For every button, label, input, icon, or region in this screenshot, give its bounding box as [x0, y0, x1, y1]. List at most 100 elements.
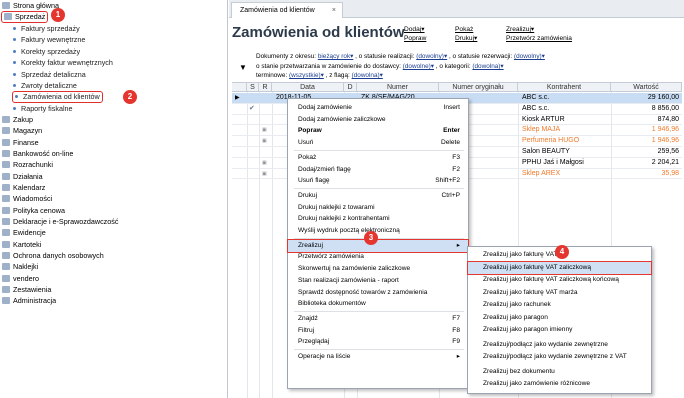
sidebar-item-12[interactable]: Finanse	[2, 138, 39, 148]
sidebar-item-label: Zwroty detaliczne	[21, 81, 77, 90]
filter-flag[interactable]: (dowolna)▾	[352, 72, 383, 79]
top-menu-item[interactable]: Zrealizuj▾	[506, 25, 572, 34]
sidebar-item-label: Strona główna	[13, 1, 59, 10]
sidebar-item-2[interactable]: Faktury sprzedaży	[13, 24, 80, 34]
sidebar-item-19[interactable]: Deklaracje i e-Sprawozdawczość	[2, 217, 118, 227]
top-menu-item[interactable]: Drukuj▾	[455, 34, 477, 43]
submenu-item-label: Zrealizuj/podłącz jako wydanie zewnętrzn…	[483, 353, 627, 360]
sidebar-item-6[interactable]: Sprzedaż detaliczna	[13, 70, 86, 80]
lock-icon: ▣	[262, 127, 267, 134]
submenu-item[interactable]: Zrealizuj jako zamówienie różnicowe	[468, 378, 651, 390]
filter-period[interactable]: bieżący rok▾	[318, 53, 354, 60]
menu-item[interactable]: Wyślij wydruk pocztą elektroniczną	[288, 225, 468, 237]
col-r[interactable]: R	[259, 83, 272, 92]
col-d[interactable]: D	[344, 83, 357, 92]
menu-item[interactable]: Dodaj/zmień flagę F2	[288, 164, 468, 176]
menu-item[interactable]: Popraw Enter	[288, 125, 468, 137]
sidebar-item-13[interactable]: Bankowość on-line	[2, 149, 73, 159]
menu-item-label: Dodaj/zmień flagę	[298, 165, 351, 173]
collapse-arrow-icon[interactable]: ▼	[239, 63, 247, 72]
menu-item[interactable]: Dodaj zamówienie Insert	[288, 102, 468, 114]
filter-realization[interactable]: (dowolny)▾	[416, 53, 447, 60]
sidebar-item-4[interactable]: Korekty sprzedaży	[13, 47, 80, 57]
filter-line-1: Dokumenty z okresu: bieżący rok▾ , o sta…	[256, 53, 545, 60]
menu-item[interactable]: Stan realizacji zamówienia - raport	[288, 275, 468, 287]
sidebar-item-14[interactable]: Rozrachunki	[2, 160, 53, 170]
sidebar-item-9[interactable]: Raporty fiskalne	[13, 104, 73, 114]
declaration-icon	[2, 218, 10, 225]
col-data[interactable]: Data	[272, 83, 344, 92]
menu-item[interactable]: Sprawdź dostępność towarów z zamówienia	[288, 287, 468, 299]
sidebar-item-22[interactable]: Ochrona danych osobowych	[2, 251, 104, 261]
cart-icon	[4, 13, 12, 20]
sidebar-item-8[interactable]: Zamówienia od klientów	[12, 91, 103, 103]
top-menu-item[interactable]: Dodaj▾	[404, 25, 426, 34]
filter-category[interactable]: (dowolna)▾	[472, 63, 503, 70]
menu-item[interactable]: Zrealizuj ▸	[287, 238, 469, 253]
col-s[interactable]: S	[247, 83, 259, 92]
submenu-item[interactable]: Zrealizuj jako fakturę VAT zaliczkową ko…	[468, 274, 651, 286]
sidebar-item-23[interactable]: Naklejki	[2, 262, 38, 272]
cell-contractor: Sklep AREX	[522, 169, 561, 177]
sidebar-item-3[interactable]: Faktury wewnętrzne	[13, 35, 85, 45]
sidebar-item-11[interactable]: Magazyn	[2, 126, 42, 136]
col-numer-oryginalu[interactable]: Numer oryginału	[439, 83, 518, 92]
submenu-item[interactable]: Zrealizuj jako paragon imienny	[468, 324, 651, 336]
top-menu-item[interactable]: Pokaż	[455, 25, 477, 34]
menu-item[interactable]: Drukuj Ctrl+P	[288, 190, 468, 202]
sidebar-item-25[interactable]: Zestawienia	[2, 285, 51, 295]
menu-item-label: Operacje na liście	[298, 353, 351, 360]
menu-item[interactable]: Usuń Delete	[288, 137, 468, 149]
menu-item[interactable]: Operacje na liście ▸	[288, 351, 468, 363]
sidebar-item-21[interactable]: Kartoteki	[2, 240, 41, 250]
close-icon[interactable]: ×	[332, 3, 336, 18]
menu-item[interactable]: Drukuj naklejki z towarami	[288, 202, 468, 214]
sidebar-item-26[interactable]: Administracja	[2, 296, 56, 306]
sidebar-item-15[interactable]: Działania	[2, 172, 43, 182]
filter-reservation[interactable]: (dowolny)▾	[514, 53, 545, 60]
menu-item-shortcut: Insert	[443, 104, 461, 111]
menu-item[interactable]: Drukuj naklejki z kontrahentami	[288, 213, 468, 225]
col-wartosc[interactable]: Wartość	[611, 83, 682, 92]
filter-processing[interactable]: (dowolne)▾	[403, 63, 434, 70]
submenu-item[interactable]: Zrealizuj jako fakturę VAT zaliczkową	[467, 260, 652, 275]
menu-item[interactable]: Pokaż F3	[288, 152, 468, 164]
menu-item[interactable]: Biblioteka dokumentów	[288, 298, 468, 310]
top-menu-item[interactable]: Popraw	[404, 34, 426, 43]
sidebar-item-20[interactable]: Ewidencje	[2, 228, 46, 238]
submenu-item[interactable]: Zrealizuj/podłącz jako wydanie zewnętrzn…	[468, 351, 651, 363]
cell-value: 8 856,00	[651, 104, 679, 112]
menu-item[interactable]: Usuń flagę Shift+F2	[288, 175, 468, 187]
sidebar-item-5[interactable]: Korekty faktur wewnętrznych	[13, 58, 113, 68]
filter-timely[interactable]: (wszystkie)▾	[289, 72, 324, 79]
sidebar-item-label: Korekty sprzedaży	[21, 47, 81, 56]
sidebar-item-1[interactable]: Sprzedaż	[0, 11, 49, 23]
step-marker-2: 2	[123, 90, 137, 104]
menu-item[interactable]: Dodaj zamówienie zaliczkowe	[288, 114, 468, 126]
top-menu-item[interactable]: Przetwórz zamówienia	[506, 34, 572, 43]
sidebar-item-7[interactable]: Zwroty detaliczne	[13, 81, 77, 91]
col-kontrahent[interactable]: Kontrahent	[518, 83, 611, 92]
sidebar-item-24[interactable]: vendero	[2, 274, 39, 284]
sidebar-item-0[interactable]: Strona główna	[2, 1, 59, 11]
sidebar-item-18[interactable]: Polityka cenowa	[2, 206, 65, 216]
menu-item[interactable]: Przeglądaj F9	[288, 336, 468, 348]
col-numer[interactable]: Numer	[357, 83, 439, 92]
menu-item[interactable]: Filtruj F8	[288, 325, 468, 337]
submenu-item[interactable]: Zrealizuj jako rachunek	[468, 299, 651, 311]
sidebar-item-label: Bankowość on-line	[13, 149, 74, 158]
sidebar-item-17[interactable]: Wiadomości	[2, 194, 52, 204]
submenu-item[interactable]: Zrealizuj/podłącz jako wydanie zewnętrzn…	[468, 339, 651, 351]
tab-orders[interactable]: Zamówienia od klientów ×	[231, 2, 343, 18]
submenu-item[interactable]: Zrealizuj bez dokumentu	[468, 366, 651, 378]
page-title: Zamówienia od klientów	[232, 24, 405, 41]
sidebar-item-10[interactable]: Zakup	[2, 115, 33, 125]
menu-item[interactable]: Skonwertuj na zamówienie zaliczkowe	[288, 263, 468, 275]
menu-item[interactable]: Znajdź F7	[288, 313, 468, 325]
menu-item[interactable]: Przetwórz zamówienia	[288, 251, 468, 263]
top-menu-group-1: Pokaż Drukuj▾	[455, 25, 477, 43]
submenu-item[interactable]: Zrealizuj jako fakturę VAT marża	[468, 287, 651, 299]
submenu-item[interactable]: Zrealizuj jako paragon	[468, 312, 651, 324]
bullet-icon	[13, 38, 16, 41]
sidebar-item-16[interactable]: Kalendarz	[2, 183, 45, 193]
